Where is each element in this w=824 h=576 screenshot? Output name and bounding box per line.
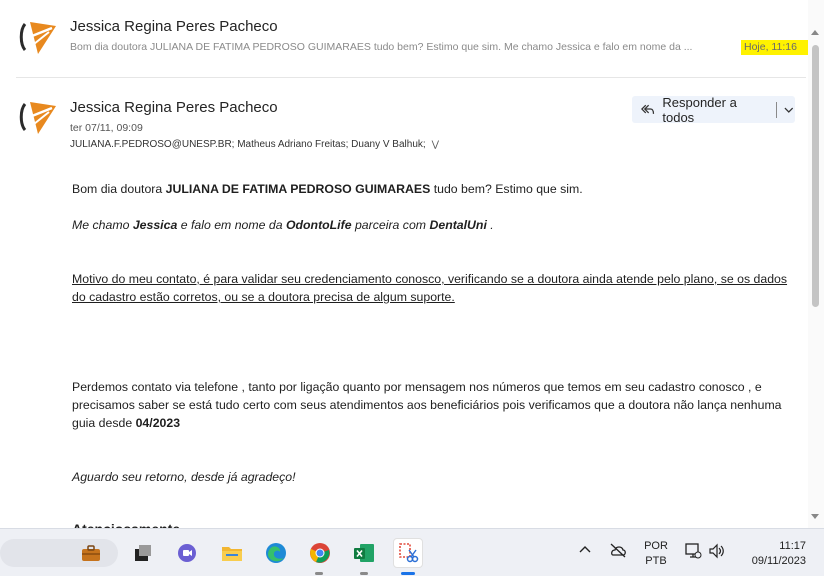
running-indicator <box>360 572 368 575</box>
scroll-up-arrow-icon[interactable] <box>811 30 819 35</box>
scroll-down-arrow-icon[interactable] <box>811 514 819 519</box>
snipping-tool-icon[interactable] <box>393 538 423 568</box>
double-chevron-down-icon[interactable]: ⋁ <box>432 139 439 149</box>
scrollbar-thumb[interactable] <box>812 45 819 307</box>
message-divider <box>16 77 806 78</box>
network-monitor-icon[interactable] <box>684 542 702 563</box>
recipients-list[interactable]: JULIANA.F.PEDROSO@UNESP.BR; Matheus Adri… <box>70 139 426 150</box>
running-indicator <box>315 572 323 575</box>
chevron-up-icon[interactable] <box>578 543 592 560</box>
sender-name[interactable]: Jessica Regina Peres Pacheco <box>70 99 278 116</box>
message-date: ter 07/11, 09:09 <box>70 122 143 134</box>
edge-icon[interactable] <box>261 538 291 568</box>
sender-avatar <box>16 14 62 60</box>
collapsed-preview-text: Bom dia doutora JULIANA DE FATIMA PEDROS… <box>70 41 693 53</box>
button-separator <box>776 101 778 118</box>
language-code: POR <box>644 540 668 552</box>
chevron-down-icon[interactable] <box>783 104 795 116</box>
file-explorer-icon[interactable] <box>217 538 247 568</box>
excel-icon[interactable] <box>349 538 379 568</box>
collapsed-time-highlighted: Hoje, 11:16 <box>741 40 811 55</box>
windows-taskbar: POR PTB 11:17 09/11/2023 <box>0 528 824 576</box>
collapsed-message-row[interactable]: Jessica Regina Peres Pacheco Bom dia dou… <box>0 0 811 76</box>
clock-time: 11:17 <box>779 540 806 552</box>
reply-all-button[interactable]: Responder a todos <box>632 94 795 125</box>
reply-all-label: Responder a todos <box>662 94 737 125</box>
body-reason: Motivo do meu contato, é para validar se… <box>72 272 788 304</box>
body-closing: Aguardo seu retorno, desde já agradeço! <box>72 470 296 484</box>
sender-avatar <box>16 94 62 140</box>
language-indicator[interactable]: POR PTB <box>640 539 672 569</box>
onedrive-offline-icon[interactable] <box>608 542 628 561</box>
collapsed-sender-name: Jessica Regina Peres Pacheco <box>70 18 278 35</box>
active-indicator <box>401 572 415 575</box>
chrome-icon[interactable] <box>305 538 335 568</box>
body-contact-paragraph: Perdemos contato via telefone , tanto po… <box>72 380 782 430</box>
recipients-line[interactable]: JULIANA.F.PEDROSO@UNESP.BR; Matheus Adri… <box>70 139 439 150</box>
clock-date: 09/11/2023 <box>751 555 806 567</box>
task-view-icon[interactable] <box>128 538 158 568</box>
teams-chat-icon[interactable] <box>172 538 202 568</box>
speaker-icon[interactable] <box>708 542 726 563</box>
briefcase-icon[interactable] <box>76 538 106 568</box>
reply-all-icon <box>641 104 655 114</box>
keyboard-layout: PTB <box>645 555 667 567</box>
system-clock[interactable]: 11:17 09/11/2023 <box>738 539 806 569</box>
body-introduction: Me chamo Jessica e falo em nome da Odont… <box>72 218 494 232</box>
body-greeting: Bom dia doutora JULIANA DE FATIMA PEDROS… <box>72 182 583 196</box>
